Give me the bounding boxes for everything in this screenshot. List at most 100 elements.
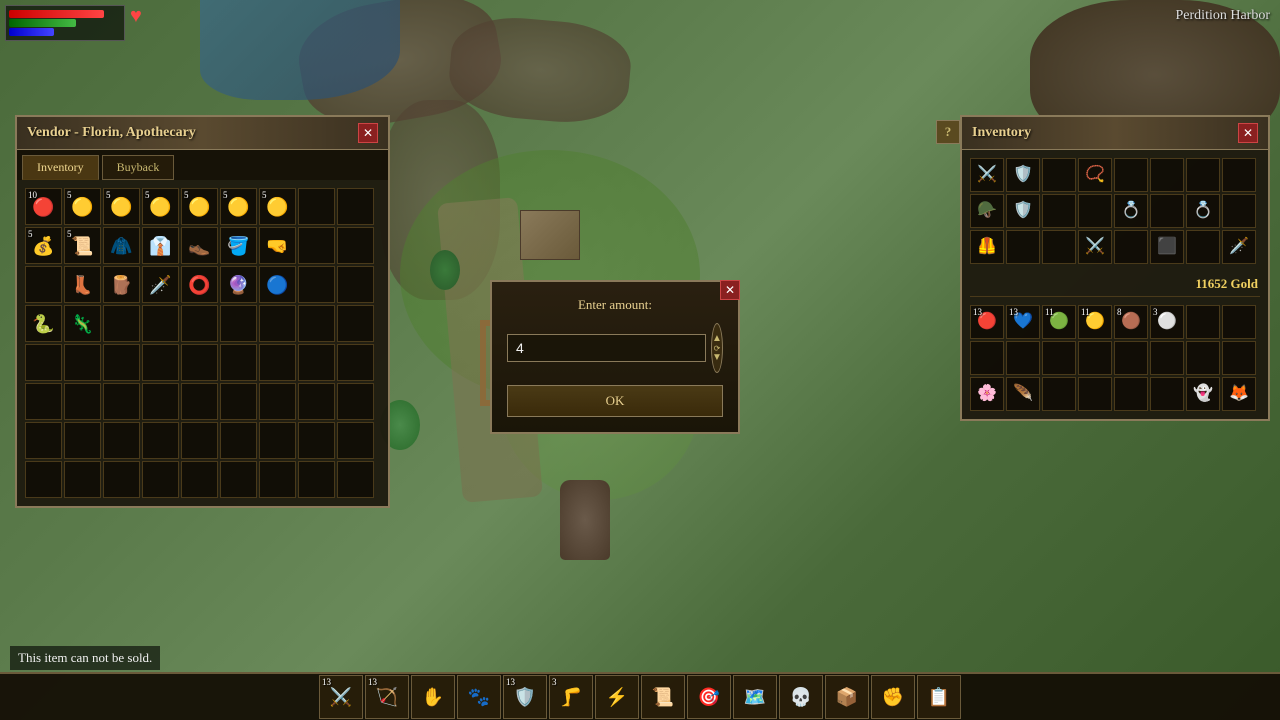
vendor-grid-cell[interactable]: 5📜 [64,227,101,264]
inventory-grid-cell[interactable]: 🪖 [970,194,1004,228]
inventory-grid-cell[interactable]: 💍 [1114,194,1148,228]
inventory-bottom-grid-cell[interactable] [1222,341,1256,375]
dialog-close-button[interactable]: ✕ [720,280,740,300]
vendor-grid-cell[interactable] [220,383,257,420]
vendor-grid-cell[interactable] [298,266,335,303]
vendor-grid-cell[interactable]: 🦎 [64,305,101,342]
inventory-bottom-grid-cell[interactable] [1042,341,1076,375]
vendor-grid-cell[interactable]: 🐍 [25,305,62,342]
vendor-grid-cell[interactable] [337,422,374,459]
inventory-bottom-grid-cell[interactable]: 🪶 [1006,377,1040,411]
vendor-grid-cell[interactable] [298,422,335,459]
vendor-grid-cell[interactable]: 5💰 [25,227,62,264]
action-button-8[interactable]: 🎯 [687,675,731,719]
vendor-grid-cell[interactable] [337,188,374,225]
inventory-bottom-grid-cell[interactable]: 🦊 [1222,377,1256,411]
vendor-grid-cell[interactable] [259,422,296,459]
vendor-grid-cell[interactable]: 5🟡 [259,188,296,225]
vendor-grid-cell[interactable]: 🗡️ [142,266,179,303]
vendor-grid-cell[interactable] [337,227,374,264]
inventory-grid-cell[interactable]: ⬛ [1150,230,1184,264]
inventory-grid-cell[interactable] [1186,230,1220,264]
inventory-bottom-grid-cell[interactable] [1078,341,1112,375]
action-button-2[interactable]: ✋ [411,675,455,719]
vendor-grid-cell[interactable] [298,383,335,420]
inventory-bottom-grid-cell[interactable]: 3⚪ [1150,305,1184,339]
vendor-grid-cell[interactable] [103,422,140,459]
vendor-grid-cell[interactable] [64,422,101,459]
inventory-grid-cell[interactable] [1078,194,1112,228]
vendor-grid-cell[interactable]: 🪣 [220,227,257,264]
vendor-grid-cell[interactable] [64,383,101,420]
vendor-grid-cell[interactable] [259,344,296,381]
ok-button[interactable]: OK [507,385,723,417]
vendor-grid-cell[interactable] [181,461,218,498]
vendor-grid-cell[interactable] [298,344,335,381]
action-button-12[interactable]: ✊ [871,675,915,719]
vendor-grid-cell[interactable] [181,305,218,342]
vendor-grid-cell[interactable] [103,383,140,420]
vendor-grid-cell[interactable]: 5🟡 [220,188,257,225]
vendor-grid-cell[interactable] [142,305,179,342]
vendor-grid-cell[interactable] [220,305,257,342]
vendor-grid-cell[interactable] [298,227,335,264]
vendor-grid-cell[interactable]: 🧥 [103,227,140,264]
vendor-grid-cell[interactable]: 🔮 [220,266,257,303]
spin-down-button[interactable]: ▼ [712,353,722,363]
inventory-bottom-grid-cell[interactable]: 8🟤 [1114,305,1148,339]
vendor-grid-cell[interactable] [25,383,62,420]
vendor-grid-cell[interactable] [181,383,218,420]
spin-control[interactable]: ▲ ⟳ ▼ [711,323,723,373]
action-button-0[interactable]: 13⚔️ [319,675,363,719]
inventory-grid-cell[interactable] [1186,158,1220,192]
vendor-grid-cell[interactable] [259,305,296,342]
inventory-grid-cell[interactable] [1042,230,1076,264]
inventory-grid-cell[interactable]: 📿 [1078,158,1112,192]
tab-buyback[interactable]: Buyback [102,155,175,180]
vendor-grid-cell[interactable] [103,344,140,381]
inventory-bottom-grid-cell[interactable] [1042,377,1076,411]
vendor-grid-cell[interactable]: 👢 [64,266,101,303]
inventory-bottom-grid-cell[interactable]: 🌸 [970,377,1004,411]
inventory-grid-cell[interactable] [1222,194,1256,228]
vendor-grid-cell[interactable]: 5🟡 [181,188,218,225]
vendor-grid-cell[interactable] [142,461,179,498]
vendor-grid-cell[interactable] [142,422,179,459]
inventory-bottom-grid-cell[interactable] [1006,341,1040,375]
help-button[interactable]: ? [936,120,960,144]
action-button-13[interactable]: 📋 [917,675,961,719]
inventory-grid-cell[interactable] [1150,194,1184,228]
vendor-grid-cell[interactable] [337,461,374,498]
inventory-bottom-grid-cell[interactable]: 13💙 [1006,305,1040,339]
inventory-grid-cell[interactable] [1042,194,1076,228]
vendor-grid-cell[interactable] [64,344,101,381]
action-button-1[interactable]: 13🏹 [365,675,409,719]
vendor-grid-cell[interactable] [25,422,62,459]
inventory-grid-cell[interactable] [1006,230,1040,264]
vendor-grid-cell[interactable] [64,461,101,498]
inventory-grid-cell[interactable]: ⚔️ [970,158,1004,192]
vendor-grid-cell[interactable] [259,461,296,498]
vendor-close-button[interactable]: ✕ [358,123,378,143]
inventory-bottom-grid-cell[interactable]: 11🟢 [1042,305,1076,339]
vendor-grid-cell[interactable]: 5🟡 [64,188,101,225]
vendor-grid-cell[interactable]: 🪵 [103,266,140,303]
vendor-grid-cell[interactable]: 👞 [181,227,218,264]
vendor-grid-cell[interactable] [103,461,140,498]
inventory-bottom-grid-cell[interactable]: 👻 [1186,377,1220,411]
vendor-grid-cell[interactable] [220,461,257,498]
inventory-grid-cell[interactable]: 🦺 [970,230,1004,264]
vendor-grid-cell[interactable] [181,422,218,459]
action-button-6[interactable]: ⚡ [595,675,639,719]
vendor-grid-cell[interactable]: 10🔴 [25,188,62,225]
inventory-bottom-grid-cell[interactable] [1150,341,1184,375]
spin-up-button[interactable]: ▲ [712,334,722,344]
vendor-grid-cell[interactable] [337,305,374,342]
amount-input[interactable] [507,334,706,362]
inventory-grid-cell[interactable] [1150,158,1184,192]
inventory-bottom-grid-cell[interactable] [1114,377,1148,411]
vendor-grid-cell[interactable] [181,344,218,381]
inventory-grid-cell[interactable]: 🗡️ [1222,230,1256,264]
vendor-grid-cell[interactable] [259,383,296,420]
action-button-5[interactable]: 3🦵 [549,675,593,719]
